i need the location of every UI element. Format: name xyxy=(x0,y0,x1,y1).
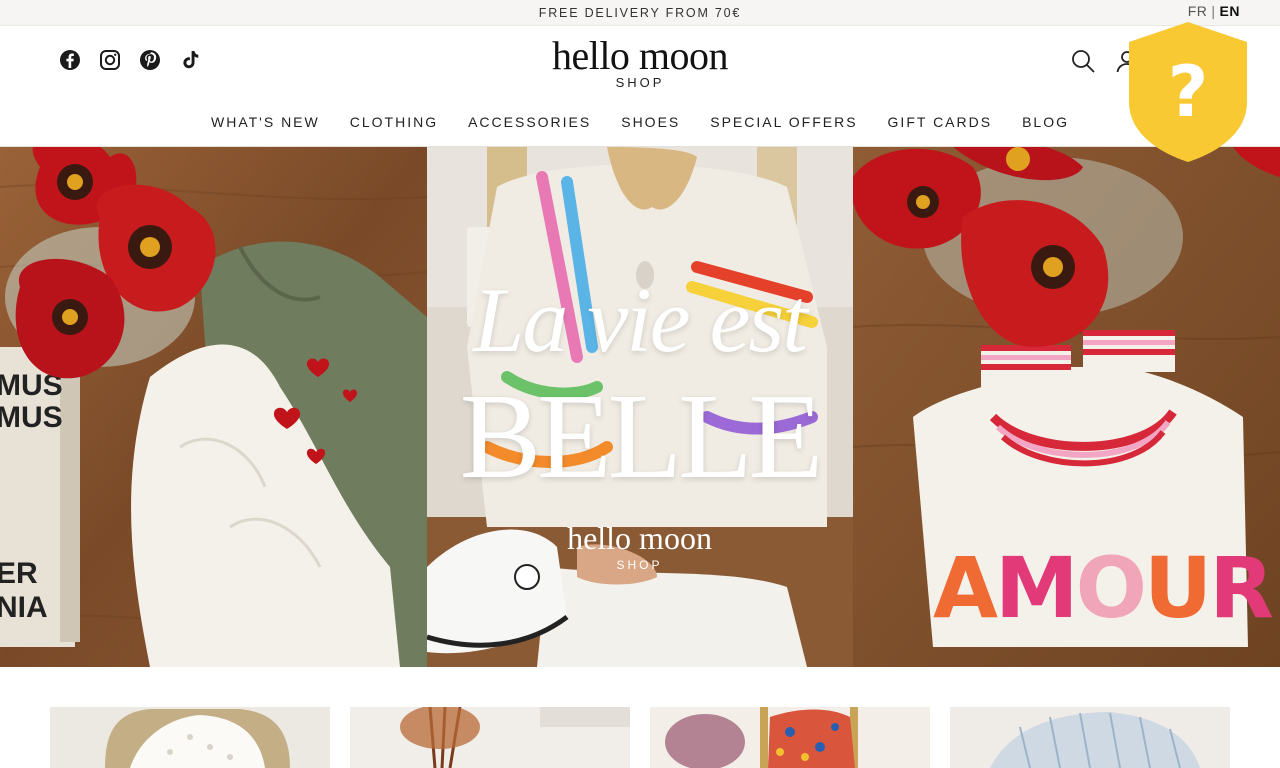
hero-middle-image xyxy=(427,147,853,667)
hero-left-image: MUS MUS ER NIA xyxy=(0,147,427,667)
nav-shoes[interactable]: SHOES xyxy=(606,114,695,130)
help-shield-widget[interactable]: ? xyxy=(1127,20,1249,164)
announcement-bar: FREE DELIVERY FROM 70€ FR | EN xyxy=(0,0,1280,26)
nav-gift-cards[interactable]: GIFT CARDS xyxy=(873,114,1008,130)
site-header: hello moon SHOP WHAT'S NEW CLOTHING ACCE… xyxy=(0,26,1280,147)
dried-flowers-thumbnail[interactable] xyxy=(350,707,630,768)
logo-subtitle: SHOP xyxy=(615,75,665,90)
language-fr[interactable]: FR xyxy=(1188,3,1208,19)
nav-clothing[interactable]: CLOTHING xyxy=(335,114,453,130)
main-navigation: WHAT'S NEW CLOTHING ACCESSORIES SHOES SP… xyxy=(0,114,1280,130)
language-separator: | xyxy=(1211,3,1216,19)
nav-special-offers[interactable]: SPECIAL OFFERS xyxy=(695,114,872,130)
search-icon[interactable] xyxy=(1070,48,1096,74)
floral-blouse-thumbnail[interactable] xyxy=(650,707,930,768)
svg-text:MUS: MUS xyxy=(0,401,63,434)
svg-text:ER: ER xyxy=(0,557,38,590)
hero-right-image: AMOUR xyxy=(853,147,1280,667)
sweater-amour-text: AMOUR xyxy=(933,539,1272,637)
nav-blog[interactable]: BLOG xyxy=(1007,114,1084,130)
hero-banner[interactable]: MUS MUS ER NIA AMOUR La vie est BELLE he… xyxy=(0,147,1280,667)
language-switcher: FR | EN xyxy=(1188,3,1240,19)
free-delivery-text: FREE DELIVERY FROM 70€ xyxy=(538,6,742,20)
nav-whats-new[interactable]: WHAT'S NEW xyxy=(196,114,335,130)
striped-shirt-thumbnail[interactable] xyxy=(950,707,1230,768)
svg-text:NIA: NIA xyxy=(0,591,48,624)
language-en[interactable]: EN xyxy=(1220,3,1240,19)
nav-accessories[interactable]: ACCESSORIES xyxy=(453,114,606,130)
lace-blouse-thumbnail[interactable] xyxy=(50,707,330,768)
help-question-mark: ? xyxy=(1168,51,1209,133)
category-thumbnails xyxy=(50,707,1230,768)
